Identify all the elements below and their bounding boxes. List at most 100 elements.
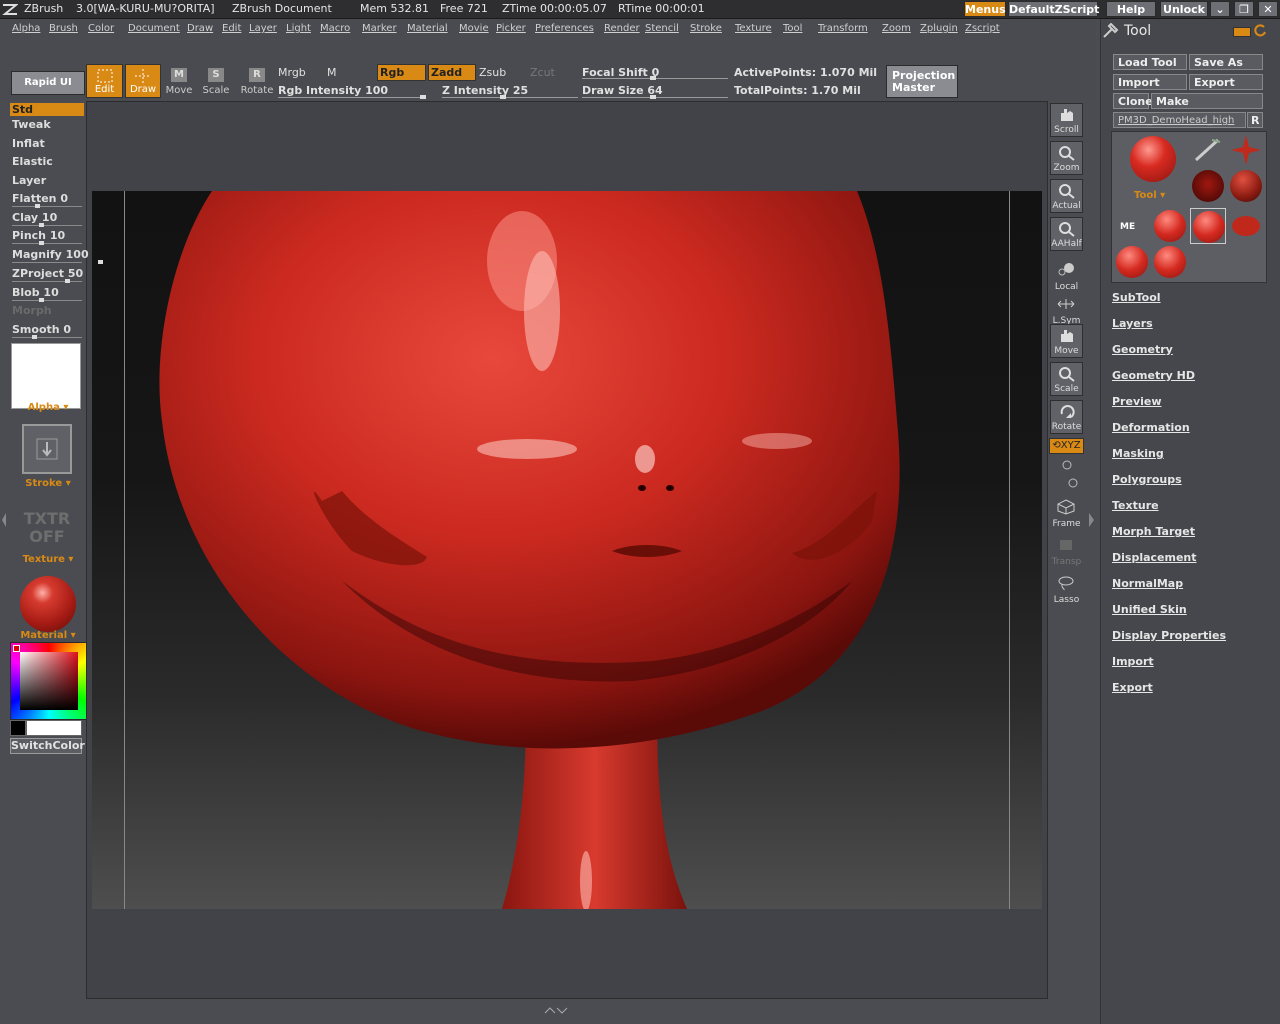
switch-color-button[interactable]: SwitchColor xyxy=(10,738,85,754)
frame-button[interactable]: Frame xyxy=(1050,496,1083,530)
star-tool-icon[interactable] xyxy=(1230,134,1262,166)
zsub-toggle[interactable]: Zsub xyxy=(479,66,506,79)
color-picker[interactable] xyxy=(10,642,88,720)
zoom-button[interactable]: Zoom xyxy=(1050,141,1083,175)
material-selector[interactable]: Material ▾ xyxy=(8,630,88,641)
stroke-thumbnail[interactable] xyxy=(22,424,72,474)
tool-swatch-7[interactable] xyxy=(1154,246,1186,278)
y-rotate-icon[interactable] xyxy=(1060,458,1074,472)
brush-std[interactable]: Std xyxy=(10,103,84,116)
edit-button[interactable]: Edit xyxy=(86,64,123,98)
tool-swatch-3[interactable] xyxy=(1154,210,1186,242)
bottom-scroll[interactable] xyxy=(86,1006,1048,1014)
close-icon[interactable]: ✕ xyxy=(1258,1,1278,17)
tool-selector[interactable]: Tool ▾ xyxy=(1134,190,1165,201)
section-normalmap[interactable]: NormalMap xyxy=(1112,577,1183,590)
right-panel-collapse-icon[interactable] xyxy=(1086,505,1096,535)
brush-strength-knob[interactable] xyxy=(39,241,44,245)
z-intensity-slider[interactable]: Z Intensity 25 xyxy=(442,84,528,97)
section-texture[interactable]: Texture xyxy=(1112,499,1159,512)
rgb-toggle[interactable]: Rgb xyxy=(377,64,426,81)
brush-clay[interactable]: Clay 10 xyxy=(12,211,57,224)
draw-button[interactable]: Draw xyxy=(125,64,161,98)
tool-swatch-4-selected[interactable] xyxy=(1190,208,1226,244)
lsym-button[interactable]: L.Sym xyxy=(1050,293,1083,327)
import-button[interactable]: Import xyxy=(1113,74,1187,90)
unlock-button[interactable]: Unlock xyxy=(1160,1,1208,17)
me-tool-icon[interactable]: ME xyxy=(1118,214,1142,238)
brush-magnify[interactable]: Magnify 100 xyxy=(12,248,89,261)
menu-document[interactable]: Document xyxy=(128,23,180,34)
menu-zscript[interactable]: Zscript xyxy=(965,23,1000,34)
section-display-properties[interactable]: Display Properties xyxy=(1112,629,1226,642)
export-button[interactable]: Export xyxy=(1189,74,1263,90)
transp-button[interactable]: Transp xyxy=(1050,534,1083,568)
section-export[interactable]: Export xyxy=(1112,681,1153,694)
color-square[interactable] xyxy=(20,652,78,710)
menu-material[interactable]: Material xyxy=(407,23,448,34)
alpha-thumbnail[interactable] xyxy=(11,343,81,409)
left-panel-collapse-icon[interactable] xyxy=(0,505,8,535)
rgb-intensity-track[interactable] xyxy=(278,95,426,99)
brush-smooth[interactable]: Smooth 0 xyxy=(12,323,71,336)
menu-preferences[interactable]: Preferences xyxy=(535,23,594,34)
brush-flatten[interactable]: Flatten 0 xyxy=(12,192,68,205)
actual-button[interactable]: Actual xyxy=(1050,179,1083,213)
menu-tool[interactable]: Tool xyxy=(783,23,802,34)
scroll-button[interactable]: Scroll xyxy=(1050,103,1083,137)
menu-picker[interactable]: Picker xyxy=(496,23,526,34)
z-rotate-icon[interactable] xyxy=(1066,476,1080,490)
section-deformation[interactable]: Deformation xyxy=(1112,421,1190,434)
brush-strength-track[interactable] xyxy=(12,223,82,227)
rgb-intensity-slider[interactable]: Rgb Intensity 100 xyxy=(278,84,388,97)
brush-blob[interactable]: Blob 10 xyxy=(12,286,59,299)
brush-strength-track[interactable] xyxy=(12,260,103,264)
menu-alpha[interactable]: Alpha xyxy=(12,23,40,34)
texture-thumbnail[interactable]: TXTR OFF xyxy=(22,510,72,546)
default-zscript-button[interactable]: DefaultZScript xyxy=(1008,1,1099,17)
section-polygroups[interactable]: Polygroups xyxy=(1112,473,1182,486)
brush-strength-track[interactable] xyxy=(12,279,82,283)
z-intensity-track[interactable] xyxy=(442,95,578,99)
focal-shift-track[interactable] xyxy=(582,76,728,80)
rotate-button[interactable]: R Rotate xyxy=(240,64,274,98)
brush-morph[interactable]: Morph xyxy=(12,304,52,317)
r-button[interactable]: R xyxy=(1247,112,1263,128)
menu-zplugin[interactable]: Zplugin xyxy=(920,23,958,34)
brush-inflat[interactable]: Inflat xyxy=(12,137,45,150)
rapid-ui-button[interactable]: Rapid UI xyxy=(11,71,85,95)
tool-swatch-2[interactable] xyxy=(1230,170,1262,202)
alpha-selector[interactable]: Alpha ▾ xyxy=(8,402,88,413)
zadd-toggle[interactable]: Zadd xyxy=(428,64,476,81)
move-button[interactable]: M Move xyxy=(163,64,195,98)
menu-color[interactable]: Color xyxy=(88,23,114,34)
menu-movie[interactable]: Movie xyxy=(459,23,489,34)
current-tool-thumbnail[interactable] xyxy=(1130,136,1176,182)
hue-marker[interactable] xyxy=(13,645,20,652)
menu-macro[interactable]: Macro xyxy=(320,23,350,34)
red-head-model[interactable] xyxy=(92,191,1042,909)
brush-strength-knob[interactable] xyxy=(35,204,40,208)
simple-brush-icon[interactable] xyxy=(1192,136,1224,164)
texture-selector[interactable]: Texture ▾ xyxy=(8,554,88,565)
lasso-button[interactable]: Lasso xyxy=(1050,572,1083,606)
section-displacement[interactable]: Displacement xyxy=(1112,551,1197,564)
mrgb-toggle[interactable]: Mrgb xyxy=(278,66,306,79)
stroke-selector[interactable]: Stroke ▾ xyxy=(8,478,88,489)
brush-strength-knob[interactable] xyxy=(98,260,103,264)
tool-swatch-5[interactable] xyxy=(1230,212,1262,240)
section-layers[interactable]: Layers xyxy=(1112,317,1153,330)
bottom-collapse-icon[interactable] xyxy=(541,1006,571,1014)
section-morph-target[interactable]: Morph Target xyxy=(1112,525,1195,538)
section-subtool[interactable]: SubTool xyxy=(1112,291,1161,304)
menu-draw[interactable]: Draw xyxy=(187,23,213,34)
refresh-icon[interactable] xyxy=(1253,23,1267,37)
menu-zoom[interactable]: Zoom xyxy=(882,23,911,34)
local-button[interactable]: Local xyxy=(1050,259,1083,293)
brush-elastic[interactable]: Elastic xyxy=(12,155,53,168)
secondary-color-swatch[interactable] xyxy=(10,720,26,736)
section-preview[interactable]: Preview xyxy=(1112,395,1162,408)
scale-view-button[interactable]: Scale xyxy=(1050,362,1083,396)
menu-brush[interactable]: Brush xyxy=(49,23,78,34)
make-polymesh3d-button[interactable]: Make PolyMesh3D xyxy=(1151,93,1263,123)
